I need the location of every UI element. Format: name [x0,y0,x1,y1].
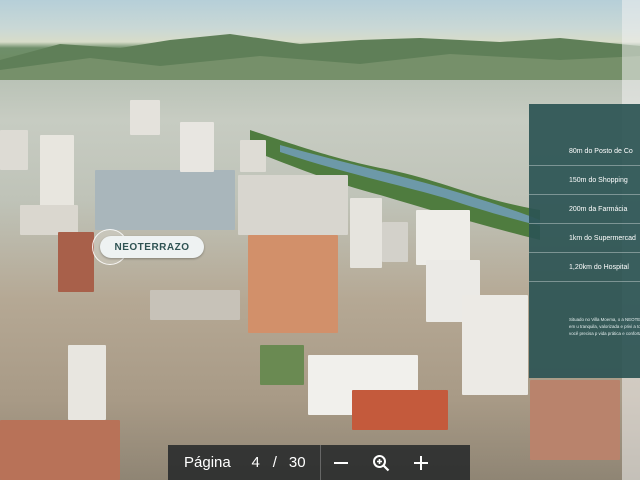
location-marker[interactable]: NEOTERRAZO [92,229,206,265]
total-pages: 30 [288,454,306,471]
zoom-in-magnifier-icon [372,454,389,471]
zoom-out-button[interactable] [321,445,361,480]
marker-label: NEOTERRAZO [100,236,204,258]
zoom-toggle-button[interactable] [361,445,401,480]
panel-item: 1km do Supermercad [529,225,640,253]
page-label: Página [184,454,231,471]
mountain-range [0,34,640,80]
panel-description: Situado no Villa Moema, o a NEOTERRAZO e… [569,317,640,336]
plus-icon [413,455,428,470]
page-toolbar: Página 4 / 30 [168,445,470,480]
zoom-in-button[interactable] [401,445,441,480]
current-page-input[interactable]: 4 [247,454,265,471]
page-separator: / [272,454,277,471]
panel-item: 80m do Posto de Co [529,138,640,166]
distance-info-panel: 80m do Posto de Co 150m do Shopping 200m… [529,104,640,378]
minus-icon [333,461,348,464]
panel-item: 200m da Farmácia [529,196,640,224]
panel-item: 150m do Shopping [529,167,640,195]
panel-item: 1,20km do Hospital [529,254,640,282]
